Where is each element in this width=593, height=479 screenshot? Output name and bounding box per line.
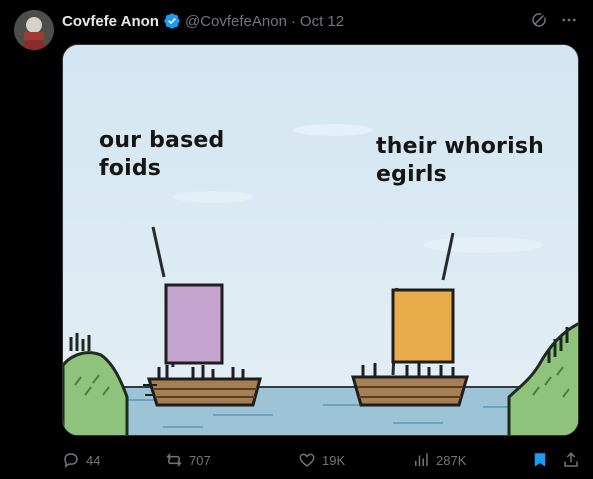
avatar[interactable] <box>14 10 54 50</box>
grok-icon[interactable] <box>529 10 549 30</box>
tweet-date[interactable]: Oct 12 <box>300 13 344 30</box>
verified-badge-icon <box>163 12 181 30</box>
heart-icon <box>299 453 315 467</box>
action-bar: 44 707 19K 287K <box>62 448 580 472</box>
tweet-header: Covfefe Anon @CovfefeAnon · Oct 12 <box>62 11 344 31</box>
author-handle[interactable]: @CovfefeAnon <box>185 13 287 30</box>
share-icon <box>564 452 578 467</box>
tweet: Covfefe Anon @CovfefeAnon · Oct 12 our b… <box>0 0 593 479</box>
top-actions <box>529 10 579 30</box>
avatar-image <box>14 10 54 50</box>
share-button[interactable] <box>562 451 580 469</box>
tweet-media-image[interactable]: our based foids their whorish egirls <box>62 44 579 436</box>
reply-count: 44 <box>86 452 101 468</box>
views-icon <box>415 453 428 466</box>
reply-icon <box>64 453 78 469</box>
caption-left: our based foids <box>99 128 225 181</box>
reply-button[interactable]: 44 <box>62 451 100 469</box>
views-button[interactable]: 287K <box>412 451 466 469</box>
repost-icon <box>166 453 182 467</box>
like-count: 19K <box>322 452 346 468</box>
comic-illustration <box>63 45 578 435</box>
separator-dot: · <box>290 12 296 30</box>
repost-count: 707 <box>189 452 211 468</box>
display-name[interactable]: Covfefe Anon <box>62 13 159 30</box>
like-button[interactable]: 19K <box>298 451 345 469</box>
repost-button[interactable]: 707 <box>165 451 211 469</box>
bookmark-icon <box>534 453 546 467</box>
bookmark-button[interactable] <box>531 451 549 469</box>
more-icon[interactable] <box>559 10 579 30</box>
caption-right: their whorish egirls <box>376 134 544 187</box>
views-count: 287K <box>436 452 467 468</box>
